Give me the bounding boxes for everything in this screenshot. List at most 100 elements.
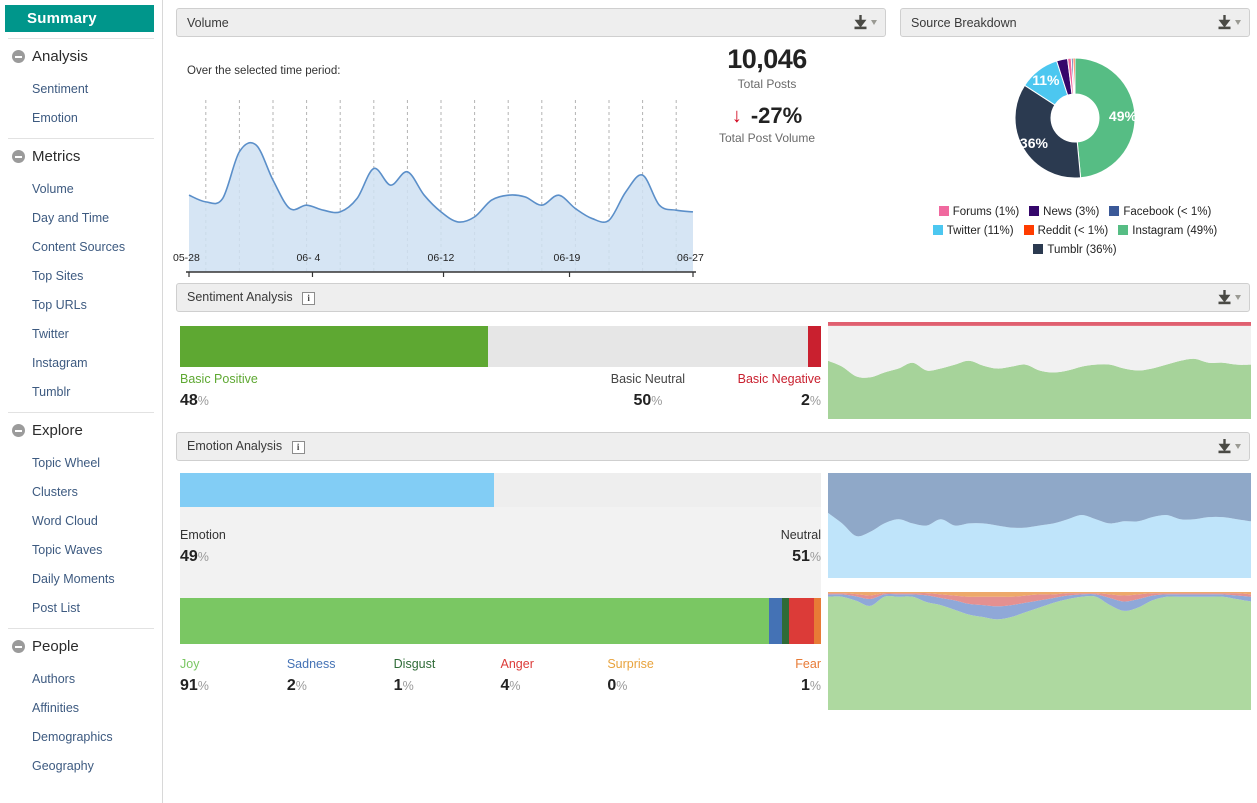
sidebar-item-tumblr[interactable]: Tumblr [0, 377, 162, 406]
panel-header-volume: Volume [176, 8, 886, 37]
sidebar-group-metrics[interactable]: Metrics [0, 139, 162, 174]
dashboard-root: Summary Analysis SentimentEmotion Metrics V… [0, 0, 1257, 803]
volume-note: Over the selected time period: [187, 65, 340, 77]
svg-text:36%: 36% [1020, 135, 1049, 151]
legend-swatch [939, 206, 949, 216]
sidebar-group-label: Metrics [32, 148, 80, 165]
sidebar-item-topic-waves[interactable]: Topic Waves [0, 535, 162, 564]
label-value-number: 2 [287, 677, 296, 694]
bar-label-sadness: Sadness2% [287, 657, 394, 695]
legend-label: Twitter (11%) [947, 225, 1014, 237]
sidebar-group-people[interactable]: People [0, 629, 162, 664]
volume-tick-label: 06-12 [428, 252, 455, 264]
sidebar-item-daily-moments[interactable]: Daily Moments [0, 564, 162, 593]
legend-item[interactable]: Instagram (49%) [1118, 222, 1217, 240]
sidebar-item-volume[interactable]: Volume [0, 174, 162, 203]
sidebar-item-post-list[interactable]: Post List [0, 593, 162, 622]
bar-label-anger: Anger4% [501, 657, 608, 695]
legend-item[interactable]: News (3%) [1029, 203, 1099, 221]
download-icon [1216, 438, 1233, 455]
info-icon-emotion[interactable]: i [292, 441, 305, 454]
label-value: 1% [711, 677, 821, 695]
sidebar-item-twitter[interactable]: Twitter [0, 319, 162, 348]
legend-item[interactable]: Forums (1%) [939, 203, 1019, 221]
label-name: Sadness [287, 657, 394, 671]
download-icon [852, 14, 869, 31]
emotion-mix-sparkline [828, 592, 1251, 710]
label-value: 0% [607, 677, 714, 695]
sidebar-item-day-and-time[interactable]: Day and Time [0, 203, 162, 232]
legend-swatch [1024, 225, 1034, 235]
panel-header-emotion: Emotion Analysis i [176, 432, 1250, 461]
bar-label-fear: Fear1% [711, 657, 821, 695]
bar-label-basic-negative: Basic Negative2% [681, 372, 821, 410]
bar-segment-joy[interactable] [180, 598, 769, 644]
total-posts-stat: 10,046 Total Posts [696, 44, 838, 91]
bar-segment-basic-negative[interactable] [808, 326, 821, 367]
sidebar-item-word-cloud[interactable]: Word Cloud [0, 506, 162, 535]
bar-segment-anger[interactable] [789, 598, 815, 644]
chevron-down-icon [1235, 295, 1241, 300]
legend-item[interactable]: Tumblr (36%) [1033, 241, 1116, 259]
sidebar-group-analysis[interactable]: Analysis [0, 39, 162, 74]
sidebar-group-label: Analysis [32, 48, 88, 65]
sidebar-item-top-urls[interactable]: Top URLs [0, 290, 162, 319]
bar-segment-emotion[interactable] [180, 473, 494, 507]
download-icon [1216, 14, 1233, 31]
percent-sign: % [198, 679, 209, 693]
sidebar-item-top-sites[interactable]: Top Sites [0, 261, 162, 290]
sidebar-item-emotion[interactable]: Emotion [0, 103, 162, 132]
percent-sign: % [198, 550, 209, 564]
sidebar-group-label: People [32, 638, 79, 655]
bar-segment-basic-neutral[interactable] [488, 326, 809, 367]
sidebar-item-demographics[interactable]: Demographics [0, 722, 162, 751]
sidebar-item-sentiment[interactable]: Sentiment [0, 74, 162, 103]
sentiment-sparkline [828, 322, 1251, 419]
sentiment-stacked-bar [180, 326, 821, 367]
label-name: Basic Positive [180, 372, 258, 386]
sidebar-item-geography[interactable]: Geography [0, 751, 162, 780]
sidebar-item-content-sources[interactable]: Content Sources [0, 232, 162, 261]
label-name: Basic Negative [681, 372, 821, 386]
emotion-stacked-bar [180, 473, 821, 507]
download-button-sentiment[interactable] [1216, 289, 1241, 306]
sidebar-item-authors[interactable]: Authors [0, 664, 162, 693]
label-name: Neutral [681, 528, 821, 542]
legend-label: Instagram (49%) [1132, 225, 1217, 237]
svg-text:11%: 11% [1032, 72, 1060, 88]
sidebar-item-instagram[interactable]: Instagram [0, 348, 162, 377]
sidebar-item-topic-wheel[interactable]: Topic Wheel [0, 448, 162, 477]
legend-label: Facebook (< 1%) [1123, 206, 1211, 218]
collapse-toggle-icon [12, 640, 25, 653]
legend-item[interactable]: Reddit (< 1%) [1024, 222, 1109, 240]
download-button-emotion[interactable] [1216, 438, 1241, 455]
total-posts-value: 10,046 [696, 44, 838, 75]
label-value: 4% [501, 677, 608, 695]
total-posts-label: Total Posts [696, 77, 838, 91]
volume-tick-label: 06-27 [677, 252, 704, 264]
label-value-number: 51 [792, 548, 810, 565]
sidebar-group-explore[interactable]: Explore [0, 413, 162, 448]
collapse-toggle-icon [12, 424, 25, 437]
download-icon [1216, 289, 1233, 306]
sidebar-item-affinities[interactable]: Affinities [0, 693, 162, 722]
legend-item[interactable]: Facebook (< 1%) [1109, 203, 1211, 221]
percent-sign: % [616, 679, 627, 693]
percent-sign: % [810, 679, 821, 693]
bar-segment-sadness[interactable] [769, 598, 782, 644]
bar-segment-fear[interactable] [814, 598, 820, 644]
sidebar-item-summary[interactable]: Summary [5, 5, 154, 32]
volume-tick-label: 06-19 [554, 252, 581, 264]
source-breakdown-body: 49%36%11% Forums (1%)News (3%)Facebook (… [900, 40, 1250, 255]
volume-tick-label: 05-28 [173, 252, 200, 264]
label-name: Disgust [394, 657, 501, 671]
label-value: 48% [180, 392, 258, 410]
download-button-volume[interactable] [852, 14, 877, 31]
download-button-source-breakdown[interactable] [1216, 14, 1241, 31]
post-volume-delta-stat: ↓ -27% Total Post Volume [696, 103, 838, 145]
bar-segment-basic-positive[interactable] [180, 326, 488, 367]
info-icon-sentiment[interactable]: i [302, 292, 315, 305]
legend-item[interactable]: Twitter (11%) [933, 222, 1014, 240]
bar-segment-neutral[interactable] [494, 473, 821, 507]
sidebar-item-clusters[interactable]: Clusters [0, 477, 162, 506]
